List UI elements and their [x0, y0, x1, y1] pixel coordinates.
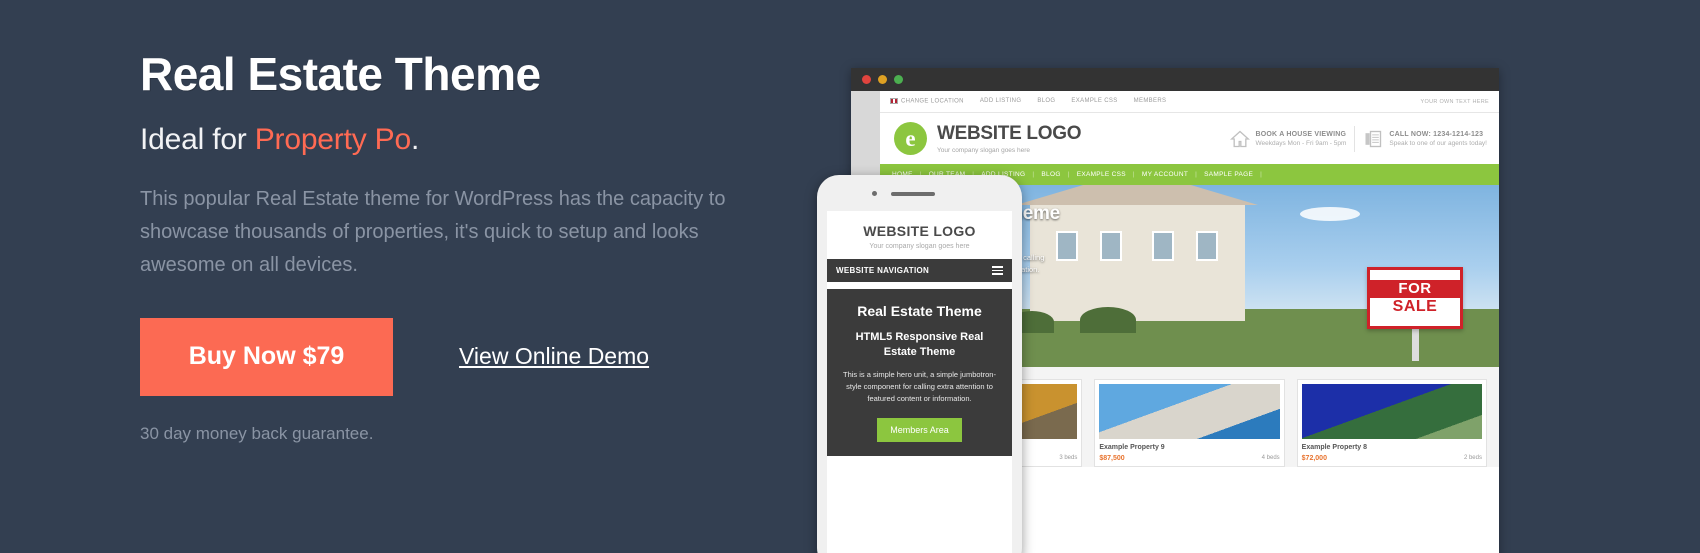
header-divider: [1354, 125, 1356, 152]
for-sale-bottom-text: SALE: [1392, 297, 1438, 315]
property-title: Example Property 9: [1099, 444, 1165, 451]
for-sale-top-text: FOR: [1370, 280, 1460, 298]
nav-item-example-css[interactable]: EXAMPLE CSS: [1077, 171, 1126, 178]
phone-hero: Real Estate Theme HTML5 Responsive Real …: [827, 289, 1012, 456]
site-header-info: BOOK A HOUSE VIEWING Weekdays Mon - Fri …: [1229, 125, 1487, 152]
subheadline-suffix: .: [410, 122, 420, 156]
property-thumbnail: [1301, 384, 1482, 439]
topbar-right-text: YOUR OWN TEXT HERE: [1420, 98, 1489, 105]
call-subtitle: Speak to one of our agents today!: [1389, 139, 1487, 147]
booking-info-block: BOOK A HOUSE VIEWING Weekdays Mon - Fri …: [1229, 129, 1347, 149]
page-title: Real Estate Theme: [140, 48, 541, 100]
for-sale-post: [1412, 325, 1419, 361]
site-topbar-menu: CHANGE LOCATION ADD LISTING BLOG EXAMPLE…: [890, 98, 1166, 105]
fax-icon: [1365, 130, 1382, 147]
subheadline-accent: Property Po: [254, 122, 411, 156]
money-back-guarantee-text: 30 day money back guarantee.: [140, 423, 374, 443]
view-online-demo-link[interactable]: View Online Demo: [459, 343, 649, 370]
call-info-block: CALL NOW: 1234-1214-123 Speak to one of …: [1363, 129, 1487, 149]
topbar-item-add-listing[interactable]: ADD LISTING: [980, 98, 1022, 104]
browser-titlebar: [851, 68, 1499, 91]
speaker-grill: [891, 192, 935, 196]
property-meta: $87,500 4 beds: [1099, 455, 1279, 462]
hero-copy-column: Real Estate Theme Ideal for Property Po.…: [140, 48, 800, 444]
nav-separator: |: [1260, 171, 1263, 178]
nav-item-blog[interactable]: BLOG: [1041, 171, 1060, 178]
topbar-item-members[interactable]: MEMBERS: [1134, 98, 1167, 104]
property-price: $72,000: [1301, 455, 1327, 462]
phone-logo-title: WEBSITE LOGO: [863, 223, 976, 239]
site-topbar: CHANGE LOCATION ADD LISTING BLOG EXAMPLE…: [880, 91, 1499, 113]
phone-nav-bar[interactable]: WEBSITE NAVIGATION: [827, 259, 1012, 282]
booking-hours: Weekdays Mon - Fri 9am - 5pm: [1255, 139, 1347, 147]
flag-icon: [890, 98, 898, 105]
house-icon: [1229, 130, 1250, 147]
house-window: [1100, 231, 1122, 261]
phone-mockup: WEBSITE LOGO Your company slogan goes he…: [817, 175, 1022, 553]
property-price: $87,500: [1099, 455, 1125, 462]
members-area-button[interactable]: Members Area: [877, 417, 962, 442]
maximize-icon[interactable]: [894, 75, 903, 84]
site-logo-text: WEBSITE LOGO Your company slogan goes he…: [937, 123, 1081, 154]
call-title: CALL NOW: 1234-1214-123: [1389, 130, 1484, 138]
nav-item-sample-page[interactable]: SAMPLE PAGE: [1204, 171, 1253, 178]
topbar-item-change-location[interactable]: CHANGE LOCATION: [890, 98, 964, 105]
device-mockups: CHANGE LOCATION ADD LISTING BLOG EXAMPLE…: [806, 0, 1700, 553]
site-logo-icon[interactable]: e: [894, 122, 927, 155]
site-logo-title: WEBSITE LOGO: [937, 123, 1082, 144]
property-beds: 2 beds: [1463, 455, 1482, 461]
hero-subheadline: Ideal for Property Po.: [140, 123, 800, 157]
phone-logo-block: WEBSITE LOGO Your company slogan goes he…: [827, 211, 1012, 259]
nav-separator: |: [1067, 171, 1070, 178]
property-thumbnail: [1099, 384, 1280, 439]
property-meta: $72,000 2 beds: [1302, 455, 1482, 462]
property-beds: 4 beds: [1261, 455, 1280, 461]
phone-hero-title: Real Estate Theme: [857, 303, 982, 319]
house-window: [1196, 231, 1218, 261]
phone-nav-label: WEBSITE NAVIGATION: [836, 266, 930, 275]
subheadline-prefix: Ideal for: [140, 122, 255, 156]
phone-logo-slogan: Your company slogan goes here: [869, 243, 970, 250]
site-header: e WEBSITE LOGO Your company slogan goes …: [880, 113, 1499, 164]
phone-screen: WEBSITE LOGO Your company slogan goes he…: [827, 211, 1012, 553]
minimize-icon[interactable]: [878, 75, 887, 84]
camera-icon: [872, 191, 877, 196]
close-icon[interactable]: [862, 75, 871, 84]
hero-banner: Real Estate Theme Ideal for Property Po.…: [0, 0, 1700, 553]
nav-separator: |: [1195, 171, 1198, 178]
hero-cta-row: Buy Now $79 View Online Demo: [140, 317, 800, 396]
property-beds: 3 beds: [1059, 455, 1078, 461]
for-sale-sign: FOR SALE: [1367, 267, 1463, 329]
site-logo-slogan: Your company slogan goes here: [937, 147, 1030, 154]
cloud-shape: [1300, 207, 1360, 221]
phone-hero-paragraph: This is a simple hero unit, a simple jum…: [843, 369, 996, 403]
hero-description: This popular Real Estate theme for WordP…: [140, 187, 726, 276]
property-card[interactable]: Example Property 9 $87,500 4 beds: [1094, 379, 1285, 467]
property-card[interactable]: Example Property 8 $72,000 2 beds: [1296, 379, 1487, 467]
booking-title: BOOK A HOUSE VIEWING: [1255, 130, 1347, 138]
topbar-item-example-css[interactable]: EXAMPLE CSS: [1071, 98, 1117, 104]
nav-separator: |: [1132, 171, 1135, 178]
topbar-label: CHANGE LOCATION: [901, 98, 964, 105]
nav-item-my-account[interactable]: MY ACCOUNT: [1142, 171, 1188, 178]
property-title: Example Property 8: [1301, 444, 1368, 451]
house-window: [1152, 231, 1174, 261]
phone-hero-subtitle: HTML5 Responsive Real Estate Theme: [855, 331, 984, 358]
buy-now-button[interactable]: Buy Now $79: [140, 317, 393, 396]
topbar-item-blog[interactable]: BLOG: [1037, 98, 1055, 104]
nav-separator: |: [1032, 171, 1035, 178]
hamburger-menu-icon[interactable]: [992, 266, 1003, 275]
